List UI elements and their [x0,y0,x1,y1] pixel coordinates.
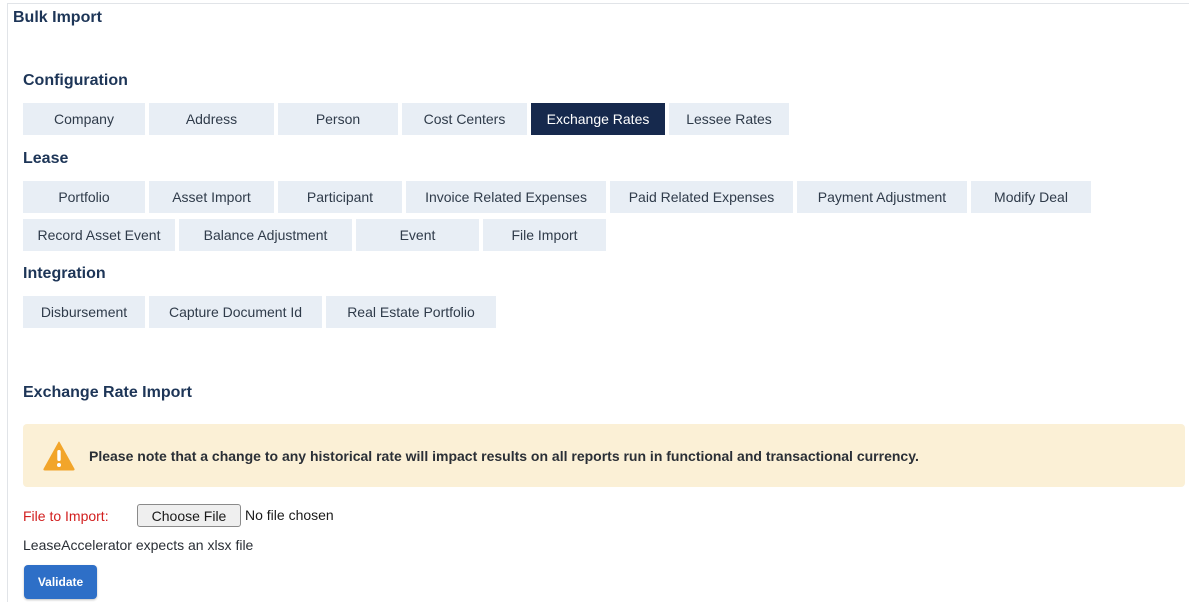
tab-payment-adjustment[interactable]: Payment Adjustment [797,181,967,213]
tab-cost-centers[interactable]: Cost Centers [402,103,527,135]
notice-text: Please note that a change to any histori… [89,447,919,464]
tab-asset-import[interactable]: Asset Import [149,181,274,213]
choose-file-button[interactable]: Choose File [137,504,241,527]
integration-tabs: Disbursement Capture Document Id Real Es… [23,296,496,328]
file-to-import-label: File to Import: [23,508,109,524]
historical-rate-notice: Please note that a change to any histori… [23,424,1185,487]
tab-lessee-rates[interactable]: Lessee Rates [669,103,789,135]
lease-tabs-row-2: Record Asset Event Balance Adjustment Ev… [23,219,606,251]
validate-button[interactable]: Validate [24,565,97,599]
tab-event[interactable]: Event [356,219,479,251]
configuration-tabs: Company Address Person Cost Centers Exch… [23,103,789,135]
tab-invoice-related-expenses[interactable]: Invoice Related Expenses [406,181,606,213]
expected-file-type-text: LeaseAccelerator expects an xlsx file [23,537,254,553]
tab-file-import[interactable]: File Import [483,219,606,251]
tab-portfolio[interactable]: Portfolio [23,181,145,213]
integration-heading: Integration [23,265,106,282]
tab-paid-related-expenses[interactable]: Paid Related Expenses [610,181,793,213]
tab-exchange-rates[interactable]: Exchange Rates [531,103,665,135]
import-heading: Exchange Rate Import [23,384,192,401]
tab-company[interactable]: Company [23,103,145,135]
tab-modify-deal[interactable]: Modify Deal [971,181,1091,213]
configuration-heading: Configuration [23,72,128,89]
warning-icon [43,441,75,471]
tab-address[interactable]: Address [149,103,274,135]
tab-person[interactable]: Person [278,103,398,135]
tab-capture-document-id[interactable]: Capture Document Id [149,296,322,328]
no-file-chosen-text: No file chosen [245,507,334,523]
frame-border-left [7,3,8,602]
lease-tabs-row-1: Portfolio Asset Import Participant Invoi… [23,181,1091,213]
tab-disbursement[interactable]: Disbursement [23,296,145,328]
tab-real-estate-portfolio[interactable]: Real Estate Portfolio [326,296,496,328]
page-title: Bulk Import [13,9,102,26]
tab-participant[interactable]: Participant [278,181,402,213]
tab-record-asset-event[interactable]: Record Asset Event [23,219,175,251]
tab-balance-adjustment[interactable]: Balance Adjustment [179,219,352,251]
frame-border-top [7,3,1189,4]
lease-heading: Lease [23,150,69,167]
